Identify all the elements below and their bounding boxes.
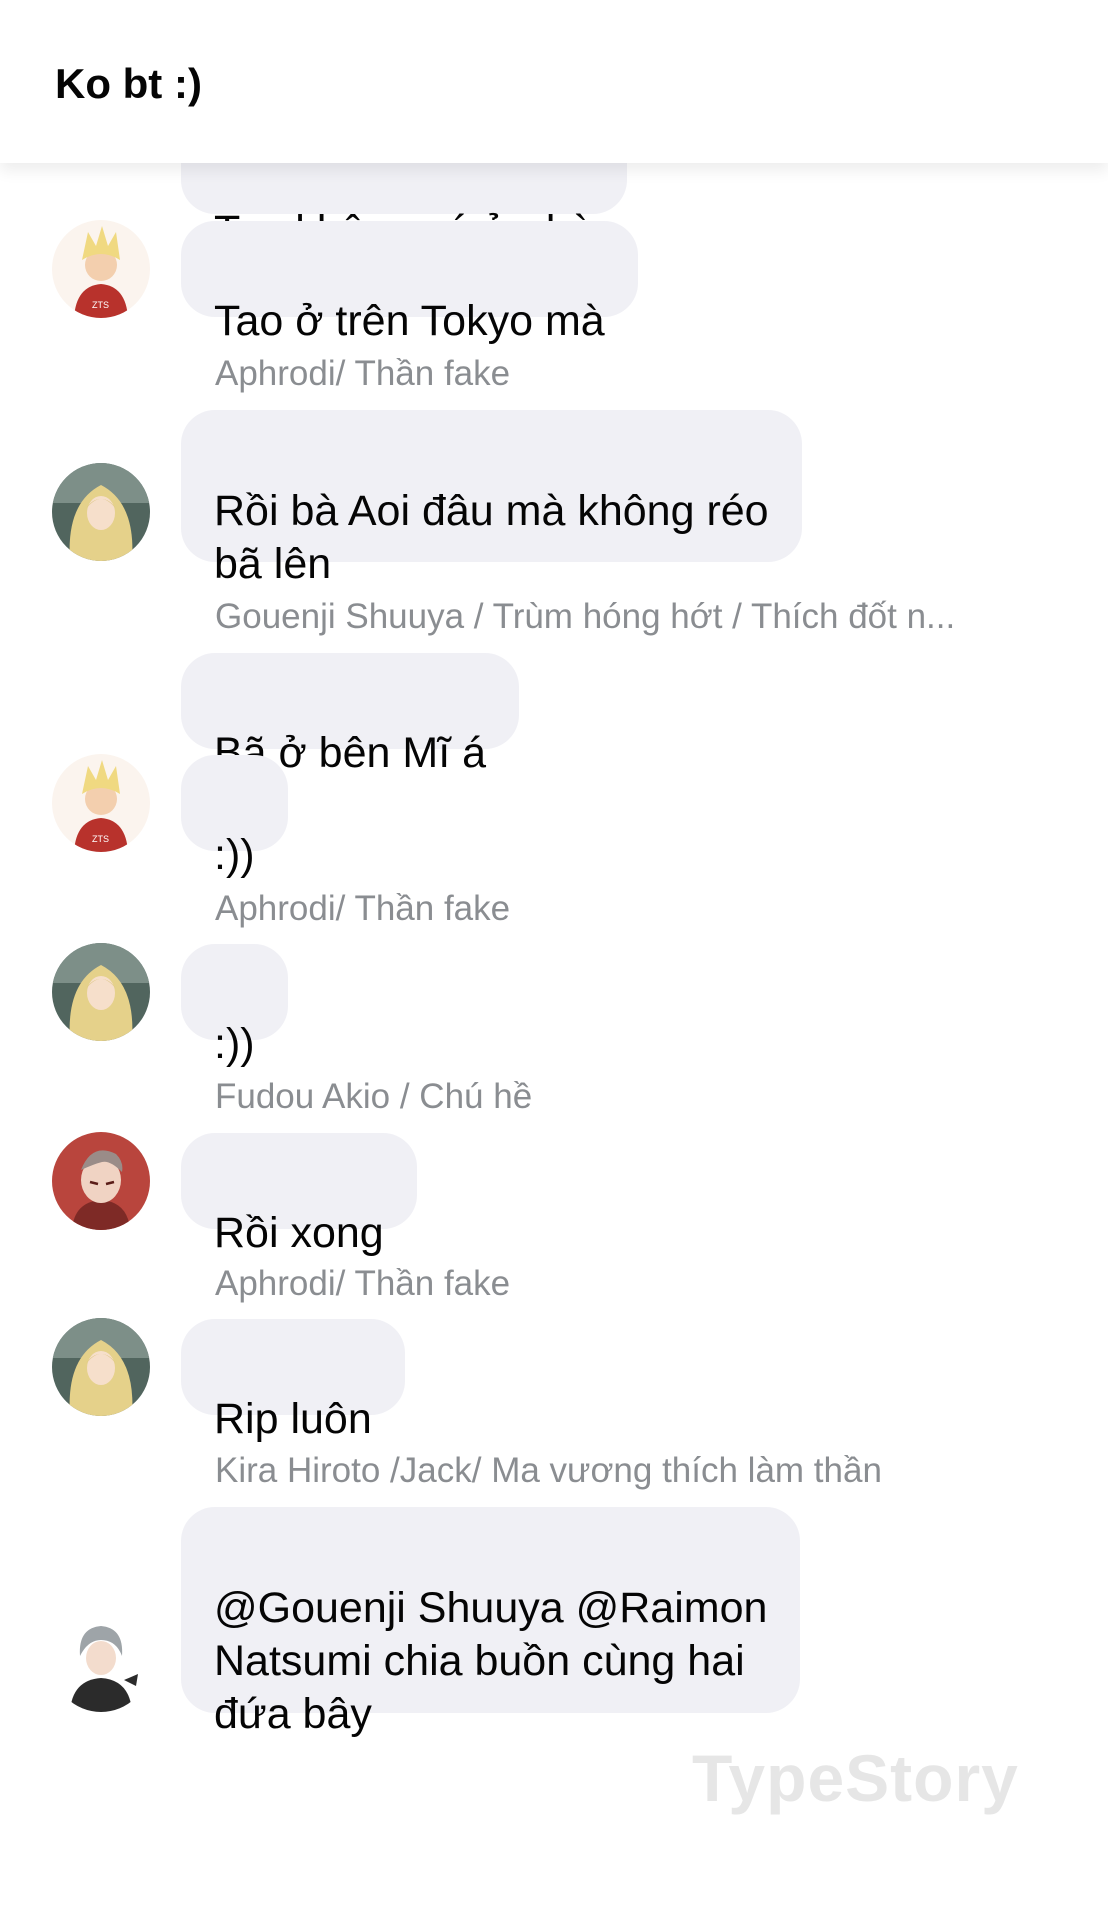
aphrodi-avatar-icon (52, 943, 150, 1041)
sender-name: Kira Hiroto /Jack/ Ma vương thích làm th… (215, 1451, 882, 1490)
message-bubble[interactable]: Bã ở bên Mĩ á (181, 653, 520, 777)
fudou-avatar-icon (52, 1132, 150, 1230)
message-text: :)) (214, 1020, 255, 1068)
sender-name: Aphrodi/ Thần fake (215, 354, 511, 393)
aphrodi-avatar-icon (52, 463, 150, 561)
message-text: Rip luôn (214, 1395, 372, 1443)
sender-name: Aphrodi/ Thần fake (215, 1264, 511, 1303)
message-bubble[interactable]: Rip luôn (181, 1319, 405, 1443)
message-bubble[interactable]: Rồi bà Aoi đâu mà không réo bã lên (181, 410, 802, 588)
gouenji-avatar-icon: ZTS (52, 754, 150, 852)
avatar[interactable] (52, 463, 150, 561)
avatar[interactable]: ZTS (52, 220, 150, 318)
message-text: Tao ở trên Tokyo mà (214, 297, 605, 345)
avatar[interactable] (52, 1318, 150, 1416)
chat-header: Ko bt :) (0, 0, 1108, 163)
message-bubble[interactable]: :)) (181, 755, 288, 879)
sender-name: Aphrodi/ Thần fake (215, 889, 511, 928)
svg-text:ZTS: ZTS (92, 834, 109, 844)
chat-title[interactable]: Ko bt :) (55, 60, 202, 108)
svg-text:ZTS: ZTS (92, 300, 109, 310)
avatar[interactable] (52, 943, 150, 1041)
sender-name: Gouenji Shuuya / Trùm hóng hớt / Thích đ… (215, 597, 956, 636)
message-text: Rồi xong (214, 1209, 384, 1257)
message-text: Rồi bà Aoi đâu mà không réo bã lên (214, 487, 769, 588)
avatar[interactable]: ZTS (52, 754, 150, 852)
hiroto-avatar-icon (52, 1614, 150, 1712)
message-bubble[interactable]: Tao ở trên Tokyo mà (181, 221, 638, 345)
message-bubble[interactable]: @Gouenji Shuuya @Raimon Natsumi chia buồ… (181, 1507, 801, 1738)
message-thread[interactable]: Tao không có ở nhà Tao ở trên Tokyo mà Z… (0, 0, 1108, 1920)
message-bubble[interactable]: :)) (181, 944, 288, 1068)
message-text: @Gouenji Shuuya @Raimon Natsumi chia buồ… (214, 1584, 768, 1738)
avatar[interactable] (52, 1132, 150, 1230)
avatar[interactable] (52, 1614, 150, 1712)
message-text: :)) (214, 831, 255, 879)
aphrodi-avatar-icon (52, 1318, 150, 1416)
message-bubble[interactable]: Rồi xong (181, 1133, 417, 1257)
typestory-watermark: TypeStory (692, 1741, 1019, 1815)
sender-name: Fudou Akio / Chú hề (215, 1077, 533, 1116)
gouenji-avatar-icon: ZTS (52, 220, 150, 318)
